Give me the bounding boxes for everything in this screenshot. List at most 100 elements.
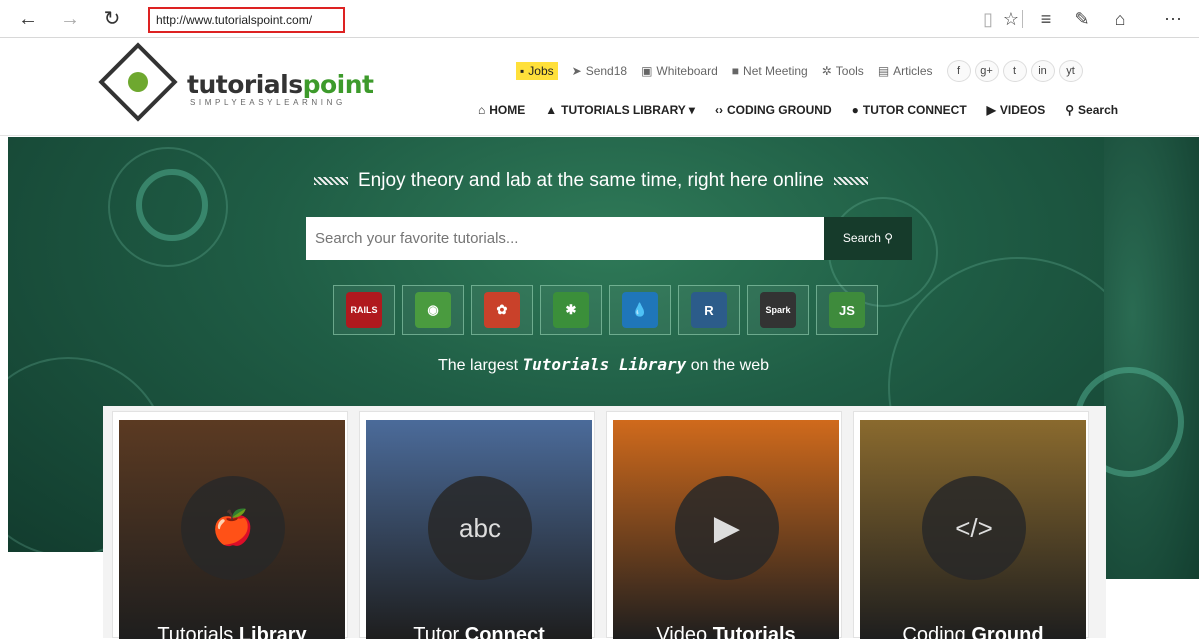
address-bar[interactable]: http://www.tutorialspoint.com/ — [148, 7, 345, 33]
stripe-icon — [833, 177, 868, 185]
hub-icon[interactable]: ≡ — [1034, 8, 1058, 30]
video-tutorials-caption-bold: Tutorials — [712, 624, 796, 639]
video-tutorials-caption-pre: Video — [656, 624, 713, 639]
reading-view-icon[interactable]: ▯ — [976, 8, 1000, 30]
twitter-icon[interactable]: t — [1002, 60, 1027, 82]
video-tutorials-caption: Video Tutorials — [613, 624, 839, 639]
nodejs-icon: JS — [829, 292, 865, 328]
social-links: f g+ t in yt — [946, 60, 1083, 82]
search-icon: ⚲ — [1065, 103, 1075, 117]
favorite-star-icon[interactable]: ☆ — [1000, 8, 1022, 30]
tutorial-search-input[interactable] — [306, 217, 824, 260]
tutor-connect-image: abc Tutor Connect — [366, 420, 592, 639]
tile-r-language[interactable]: R — [678, 285, 740, 335]
main-nav: ⌂ HOME ▲ TUTORIALS LIBRARY ▾ ‹› CODING GROU… — [478, 103, 1118, 117]
browser-toolbar: ← → ↻ http://www.tutorialspoint.com/ ▯ ☆… — [0, 0, 1199, 38]
nav-search-label: Search — [1078, 103, 1119, 117]
home-icon: ⌂ — [478, 103, 486, 117]
tile-hadoop-cluster[interactable]: ✿ — [471, 285, 533, 335]
hadoop-cluster-icon: ✿ — [484, 292, 520, 328]
nav-videos[interactable]: ▶ VIDEOS — [987, 103, 1046, 117]
tile-nodejs[interactable]: JS — [816, 285, 878, 335]
article-icon: ▤ — [877, 64, 890, 78]
net-meeting-link[interactable]: ■ Net Meeting — [732, 64, 808, 78]
video-tutorials-image: ▶ Video Tutorials — [613, 420, 839, 639]
facebook-icon[interactable]: f — [946, 60, 971, 82]
logo-text[interactable]: tutorialspoint — [187, 70, 374, 99]
refresh-icon[interactable]: ↻ — [100, 7, 124, 31]
tools-link[interactable]: ✲ Tools — [822, 64, 864, 78]
tutorials-library-icon: 🍎 — [181, 476, 285, 580]
tile-joomla[interactable]: ✱ — [540, 285, 602, 335]
nav-home[interactable]: ⌂ HOME — [478, 103, 525, 117]
tile-rails[interactable]: RAILS — [333, 285, 395, 335]
card-coding-ground[interactable]: </> Coding Ground — [853, 411, 1089, 639]
jobs-label: Jobs — [528, 64, 554, 78]
tutorials-library-caption-pre: Tutorials — [157, 624, 239, 639]
joomla-icon: ✱ — [553, 292, 589, 328]
more-icon[interactable]: ⋯ — [1158, 8, 1188, 30]
code-icon: ‹› — [714, 103, 723, 117]
ring-decoration-icon — [136, 169, 208, 241]
tile-google-maps[interactable]: ◉ — [402, 285, 464, 335]
nav-coding-ground[interactable]: ‹› CODING GROUND — [715, 103, 832, 117]
toolbar-divider — [1022, 10, 1023, 28]
google-maps-icon: ◉ — [415, 292, 451, 328]
whiteboard-link[interactable]: ▣ Whiteboard — [641, 64, 718, 78]
hero-tagline: Enjoy theory and lab at the same time, r… — [314, 170, 888, 192]
share-icon[interactable]: ⌂ — [1108, 8, 1132, 30]
tools-label: Tools — [835, 64, 864, 78]
back-icon[interactable]: ← — [16, 7, 40, 31]
articles-link[interactable]: ▤ Articles — [878, 64, 933, 78]
web-note-icon[interactable]: ✎ — [1070, 8, 1094, 30]
articles-label: Articles — [893, 64, 933, 78]
tutor-connect-icon: abc — [428, 476, 532, 580]
send18-label: Send18 — [585, 64, 628, 78]
drupal-icon: 💧 — [622, 292, 658, 328]
jobs-link[interactable]: ▪ Jobs — [516, 62, 558, 80]
linkedin-icon[interactable]: in — [1030, 60, 1055, 82]
rails-icon: RAILS — [346, 292, 382, 328]
subtitle-post: on the web — [690, 357, 769, 374]
user-icon: ● — [851, 103, 859, 117]
tile-spark[interactable]: Spark — [747, 285, 809, 335]
send18-link[interactable]: ➤ Send18 — [572, 64, 627, 78]
card-tutor-connect[interactable]: abc Tutor Connect — [359, 411, 595, 639]
library-icon: ▲ — [545, 103, 558, 117]
search-button[interactable]: Search ⚲ — [824, 217, 912, 260]
logo-tagline: SIMPLYEASYLEARNING — [190, 98, 346, 107]
tutor-connect-caption-bold: Connect — [464, 624, 545, 639]
coding-ground-caption: Coding Ground — [860, 624, 1086, 639]
nav-videos-label: VIDEOS — [999, 103, 1046, 117]
coding-ground-caption-bold: Ground — [971, 624, 1044, 639]
nav-home-label: HOME — [489, 103, 526, 117]
spark-icon: Spark — [760, 292, 796, 328]
search-icon: ⚲ — [884, 231, 894, 245]
tile-drupal[interactable]: 💧 — [609, 285, 671, 335]
card-tutorials-library[interactable]: 🍎 Tutorials Library — [112, 411, 348, 639]
subtitle-pre: The largest — [438, 357, 519, 374]
nav-tutor-connect-label: TUTOR CONNECT — [862, 103, 967, 117]
tutor-connect-caption: Tutor Connect — [366, 624, 592, 639]
logo-text-main: tutorials — [187, 70, 303, 99]
nav-tutorials-library[interactable]: ▲ TUTORIALS LIBRARY ▾ — [545, 103, 695, 117]
hero-tagline-text: Enjoy theory and lab at the same time, r… — [358, 170, 824, 191]
youtube-icon[interactable]: yt — [1058, 60, 1083, 82]
site-header — [0, 38, 1199, 136]
whiteboard-icon: ▣ — [641, 64, 653, 78]
nav-search[interactable]: ⚲ Search — [1065, 103, 1118, 117]
google-plus-icon[interactable]: g+ — [974, 60, 999, 82]
play-icon: ▶ — [986, 103, 996, 117]
video-camera-icon: ■ — [731, 64, 740, 78]
briefcase-icon: ▪ — [520, 64, 525, 78]
coding-ground-icon: </> — [922, 476, 1026, 580]
send-icon: ➤ — [571, 64, 582, 78]
card-video-tutorials[interactable]: ▶ Video Tutorials — [606, 411, 842, 639]
forward-icon[interactable]: → — [58, 7, 82, 31]
top-links: ▪ Jobs ➤ Send18 ▣ Whiteboard ■ Net Meeting ✲… — [516, 59, 1083, 83]
nav-coding-ground-label: CODING GROUND — [726, 103, 832, 117]
gear-icon: ✲ — [821, 64, 832, 78]
nav-tutor-connect[interactable]: ● TUTOR CONNECT — [852, 103, 967, 117]
nav-tutorials-library-label: TUTORIALS LIBRARY ▾ — [561, 103, 695, 117]
logo-text-accent: point — [302, 70, 374, 99]
